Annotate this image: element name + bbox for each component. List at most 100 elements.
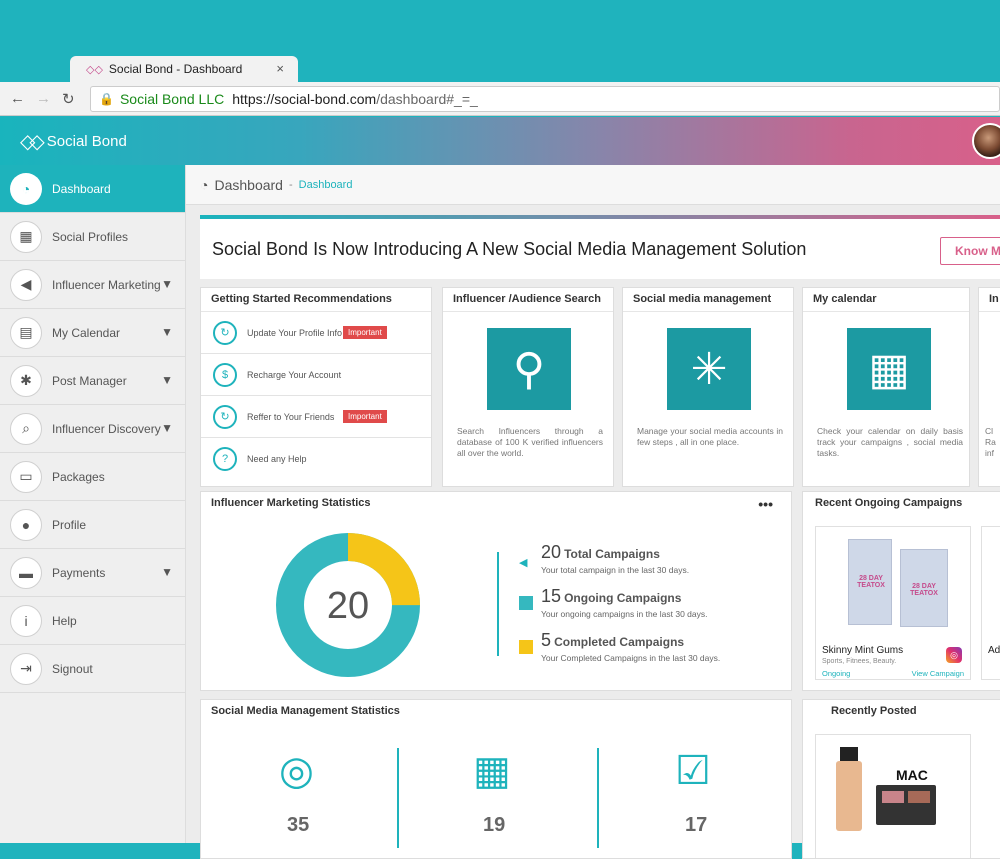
product-label: 28 DAY TEATOX xyxy=(910,583,938,597)
sidebar-item-label: Post Manager xyxy=(52,373,127,388)
stat-total: 20 Total Campaigns Your total campaign i… xyxy=(541,542,689,575)
sidebar-item-influencer-marketing[interactable]: ◀ Influencer Marketing ▼ xyxy=(0,261,185,309)
more-menu-icon[interactable]: ••• xyxy=(758,496,773,512)
forward-icon[interactable]: → xyxy=(36,90,51,107)
url-path: /dashboard#_=_ xyxy=(376,91,478,107)
sidebar-item-social-profiles[interactable]: ▦ Social Profiles xyxy=(0,213,185,261)
brand-logo: MAC xyxy=(896,767,928,783)
campaign-card[interactable]: Adi xyxy=(981,526,1000,680)
campaign-name: Skinny Mint Gums xyxy=(822,645,904,656)
campaigns-donut-chart: 20 xyxy=(276,533,420,677)
sidebar-item-label: Payments xyxy=(52,565,106,580)
influencer-search-card[interactable]: Influencer /Audience Search ⚲ Search Inf… xyxy=(442,287,614,487)
card-title: Influencer Marketing Statistics xyxy=(211,497,371,509)
card-description: Search Influencers through a database of… xyxy=(457,426,603,458)
basket-icon: ▭ xyxy=(10,460,42,493)
announcement-banner: Social Bond Is Now Introducing A New Soc… xyxy=(200,215,1000,279)
my-calendar-card[interactable]: My calendar ▦ Check your calendar on dai… xyxy=(802,287,970,487)
important-badge: Important xyxy=(343,410,387,423)
know-more-button[interactable]: Know M xyxy=(940,237,1000,265)
brand-logo[interactable]: ◇◇ Social Bond xyxy=(20,129,127,154)
lock-icon: 🔒 xyxy=(99,92,114,106)
partial-card[interactable]: In Cl Ra inf xyxy=(978,287,1000,487)
url-host: https://social-bond.com xyxy=(232,91,377,107)
list-item[interactable]: ↻ Reffer to Your Friends Important xyxy=(201,396,431,438)
sidebar-item-profile[interactable]: ● Profile xyxy=(0,501,185,549)
network-icon: ✱ xyxy=(10,364,42,397)
view-campaign-link[interactable]: View Campaign xyxy=(912,669,964,678)
social-media-management-card[interactable]: Social media management ✳ Manage your so… xyxy=(622,287,794,487)
back-icon[interactable]: ← xyxy=(10,90,25,107)
sidebar-item-post-manager[interactable]: ✱ Post Manager ▼ xyxy=(0,357,185,405)
product-label: 28 DAY TEATOX xyxy=(857,575,885,589)
sidebar-item-label: My Calendar xyxy=(52,325,121,340)
search-icon: ⌕ xyxy=(10,412,42,445)
gauge-icon: ◔ xyxy=(10,172,42,205)
chevron-down-icon: ▼ xyxy=(161,421,173,435)
list-item[interactable]: $ Recharge Your Account xyxy=(201,354,431,396)
sidebar: ◔ Dashboard ▦ Social Profiles ◀ Influenc… xyxy=(0,165,186,843)
ongoing-legend-swatch xyxy=(519,596,533,610)
instagram-icon: ◎ xyxy=(946,647,962,663)
connections-icon: ◎ xyxy=(279,749,314,793)
stat-label: Completed Campaigns xyxy=(554,635,685,649)
money-icon: $ xyxy=(213,362,237,387)
item-label: Reffer to Your Friends xyxy=(247,411,335,422)
chevron-down-icon: ▼ xyxy=(161,565,173,579)
sidebar-item-help[interactable]: i Help xyxy=(0,597,185,645)
sidebar-item-label: Help xyxy=(52,613,77,628)
sidebar-item-my-calendar[interactable]: ▤ My Calendar ▼ xyxy=(0,309,185,357)
favicon-icon: ◇◇ xyxy=(86,63,103,76)
chevron-down-icon: ▼ xyxy=(161,277,173,291)
screen: ◇◇ Social Bond - Dashboard × ← → ↻ 🔒 Soc… xyxy=(0,0,1000,859)
sidebar-item-dashboard[interactable]: ◔ Dashboard xyxy=(0,165,185,213)
stat-value: 5 xyxy=(541,630,552,650)
campaign-card[interactable]: 28 DAY TEATOX 28 DAY TEATOX Skinny Mint … xyxy=(815,526,971,680)
address-bar[interactable]: 🔒 Social Bond LLC https://social-bond.co… xyxy=(90,86,1000,112)
product-image xyxy=(836,761,862,831)
post-card[interactable]: MAC xyxy=(815,734,971,858)
tab-title: Social Bond - Dashboard xyxy=(108,62,243,76)
sidebar-item-label: Social Profiles xyxy=(52,229,129,244)
breadcrumb: ◔ Dashboard - Dashboard xyxy=(186,165,1000,205)
card-title: Influencer /Audience Search xyxy=(443,288,613,312)
item-label: Need any Help xyxy=(247,454,307,464)
sidebar-item-influencer-discovery[interactable]: ⌕ Influencer Discovery ▼ xyxy=(0,405,185,453)
breadcrumb-current[interactable]: Dashboard xyxy=(299,179,353,191)
reload-icon[interactable]: ↻ xyxy=(62,90,75,108)
card-title: Social Media Management Statistics xyxy=(211,705,400,717)
divider xyxy=(497,552,499,656)
url-organization: Social Bond LLC xyxy=(119,91,225,107)
list-item[interactable]: ? Need any Help xyxy=(201,438,431,480)
sidebar-item-label: Packages xyxy=(52,469,105,484)
main-content: ◔ Dashboard - Dashboard Social Bond Is N… xyxy=(186,165,1000,859)
avatar[interactable] xyxy=(972,123,1000,159)
stat-value: 35 xyxy=(287,814,310,836)
card-description: Manage your social media accounts in few… xyxy=(637,426,783,447)
info-icon: i xyxy=(10,604,42,637)
campaign-name: Adi xyxy=(988,645,1000,656)
browser-tab[interactable]: ◇◇ Social Bond - Dashboard × xyxy=(70,56,298,82)
gauge-icon: ◔ xyxy=(200,176,209,193)
card-title: Getting Started Recommendations xyxy=(201,288,431,312)
close-tab-icon[interactable]: × xyxy=(276,61,284,76)
megaphone-icon: ◀ xyxy=(10,268,42,301)
product-swatch xyxy=(908,791,930,803)
recently-posted-card: Recently Posted MAC xyxy=(802,699,1000,859)
chevron-down-icon: ▼ xyxy=(161,373,173,387)
stat-subtext: Your total campaign in the last 30 days. xyxy=(541,565,690,575)
item-label: Update Your Profile Info xyxy=(247,327,343,338)
card-title: My calendar xyxy=(803,288,969,312)
sidebar-item-payments[interactable]: ▬ Payments ▼ xyxy=(0,549,185,597)
list-item[interactable]: ↻ Update Your Profile Info Important xyxy=(201,312,431,354)
user-icon: ● xyxy=(10,508,42,541)
card-icon: ▬ xyxy=(10,556,42,589)
stat-value: 20 xyxy=(541,542,562,562)
product-image xyxy=(840,747,858,761)
stat-label: Total Campaigns xyxy=(564,547,660,561)
sidebar-item-signout[interactable]: ⇥ Signout xyxy=(0,645,185,693)
influencer-stats-card: Influencer Marketing Statistics ••• 20 ◀… xyxy=(200,491,792,691)
sidebar-item-label: Signout xyxy=(52,661,93,676)
sidebar-item-packages[interactable]: ▭ Packages xyxy=(0,453,185,501)
share-user-icon: ↻ xyxy=(213,404,237,429)
